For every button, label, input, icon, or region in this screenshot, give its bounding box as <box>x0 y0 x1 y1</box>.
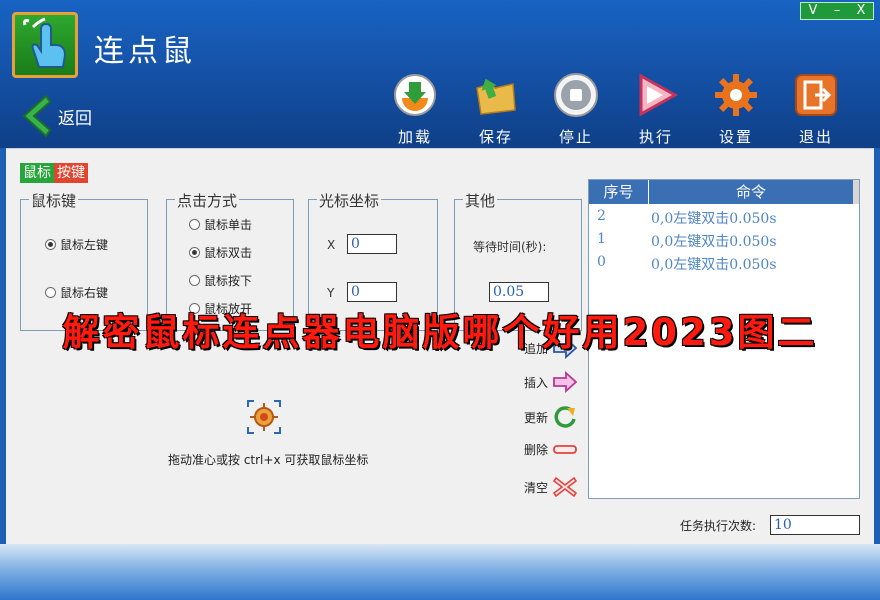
minimize-button[interactable]: – <box>825 3 849 19</box>
y-input[interactable]: 0 <box>347 282 397 302</box>
delete-button[interactable]: 删除 <box>524 441 578 458</box>
cursor-coords-title: 光标坐标 <box>317 190 382 211</box>
title-bar-header: 连点鼠 V – X 返回 加载 保存 停止 执行 设置 退出 <box>0 0 880 148</box>
radio-press[interactable]: 鼠标按下 <box>189 272 252 289</box>
clear-label: 清空 <box>524 480 549 495</box>
crosshair-drag-target[interactable] <box>246 399 282 435</box>
radio-right-button[interactable]: 鼠标右键 <box>45 284 108 301</box>
radio-dot <box>189 275 200 286</box>
watermark-overlay: 解密鼠标连点器电脑版哪个好用2023图二 <box>62 311 818 354</box>
save-button[interactable]: 保存 <box>467 72 525 146</box>
window-controls: V – X <box>800 2 874 20</box>
row-command: 0,0左键双击0.050s <box>651 234 777 250</box>
radio-label: 鼠标单击 <box>204 218 253 232</box>
section-badge-part1: 鼠标 <box>20 163 54 183</box>
insert-button[interactable]: 插入 <box>524 371 578 393</box>
insert-label: 插入 <box>524 375 549 390</box>
arrow-right-pink-icon <box>553 371 578 393</box>
folder-save-icon <box>476 78 516 115</box>
section-badge-part2: 按键 <box>54 163 88 183</box>
stop-icon <box>554 73 598 117</box>
row-index: 1 <box>597 231 606 247</box>
settings-label: 设置 <box>718 128 753 146</box>
wait-time-input[interactable]: 0.05 <box>489 282 549 302</box>
y-label: Y <box>327 286 335 300</box>
bottom-band <box>0 544 880 600</box>
delete-label: 删除 <box>524 443 549 457</box>
radio-dot <box>45 287 56 298</box>
load-button[interactable]: 加载 <box>386 72 444 146</box>
play-icon <box>639 73 679 117</box>
update-button[interactable]: 更新 <box>524 405 578 429</box>
stop-label: 停止 <box>558 128 593 146</box>
table-row[interactable]: 1 0,0左键双击0.050s <box>589 231 859 253</box>
radio-single-click[interactable]: 鼠标单击 <box>189 216 252 233</box>
exit-icon <box>795 74 837 116</box>
refresh-icon <box>554 406 576 428</box>
run-button[interactable]: 执行 <box>627 72 685 146</box>
radio-label: 鼠标双击 <box>204 246 253 260</box>
x-label: X <box>327 238 336 252</box>
restore-button[interactable]: V <box>801 3 825 19</box>
crosshair-hint: 拖动准心或按 ctrl+x 可获取鼠标坐标 <box>168 453 369 467</box>
table-row[interactable]: 0 0,0左键双击0.050s <box>589 254 859 276</box>
radio-dot <box>45 239 56 250</box>
minus-icon <box>553 444 577 454</box>
other-title: 其他 <box>463 190 498 211</box>
radio-label: 鼠标按下 <box>204 274 253 288</box>
x-input[interactable]: 0 <box>347 234 397 254</box>
run-label: 执行 <box>638 128 673 146</box>
mouse-key-title: 鼠标键 <box>29 190 79 211</box>
radio-left-button[interactable]: 鼠标左键 <box>45 236 108 253</box>
clear-x-icon <box>552 476 578 498</box>
load-icon <box>394 74 436 116</box>
update-label: 更新 <box>524 410 549 425</box>
radio-dot <box>189 247 200 258</box>
load-label: 加载 <box>397 128 432 146</box>
exit-button[interactable]: 退出 <box>787 72 845 146</box>
wait-time-label: 等待时间(秒): <box>473 240 547 254</box>
row-command: 0,0左键双击0.050s <box>651 211 777 227</box>
radio-label: 鼠标左键 <box>60 238 109 252</box>
crosshair-icon <box>247 400 281 434</box>
settings-button[interactable]: 设置 <box>707 72 765 146</box>
header-command[interactable]: 命令 <box>649 180 859 204</box>
section-badge: 鼠标 按键 <box>20 163 88 183</box>
chevron-left-icon <box>22 94 52 138</box>
radio-dot <box>189 219 200 230</box>
radio-double-click[interactable]: 鼠标双击 <box>189 244 252 261</box>
back-label: 返回 <box>58 108 92 129</box>
app-title: 连点鼠 <box>94 34 196 69</box>
row-index: 0 <box>597 254 606 270</box>
gear-icon <box>715 74 757 116</box>
close-button[interactable]: X <box>849 3 873 19</box>
table-row[interactable]: 2 0,0左键双击0.050s <box>589 208 859 230</box>
radio-label: 鼠标右键 <box>60 286 109 300</box>
click-mode-title: 点击方式 <box>175 190 240 211</box>
row-command: 0,0左键双击0.050s <box>651 257 777 273</box>
header-index[interactable]: 序号 <box>589 180 649 204</box>
app-logo-hand-icon <box>12 12 78 78</box>
clear-button[interactable]: 清空 <box>524 475 578 499</box>
stop-button[interactable]: 停止 <box>547 72 605 146</box>
back-button[interactable]: 返回 <box>18 92 92 140</box>
command-list-header: 序号 命令 <box>589 180 859 204</box>
task-count-label: 任务执行次数: <box>680 519 757 533</box>
save-label: 保存 <box>478 128 513 146</box>
task-count-input[interactable]: 10 <box>770 515 860 535</box>
row-index: 2 <box>597 208 606 224</box>
exit-label: 退出 <box>798 128 833 146</box>
